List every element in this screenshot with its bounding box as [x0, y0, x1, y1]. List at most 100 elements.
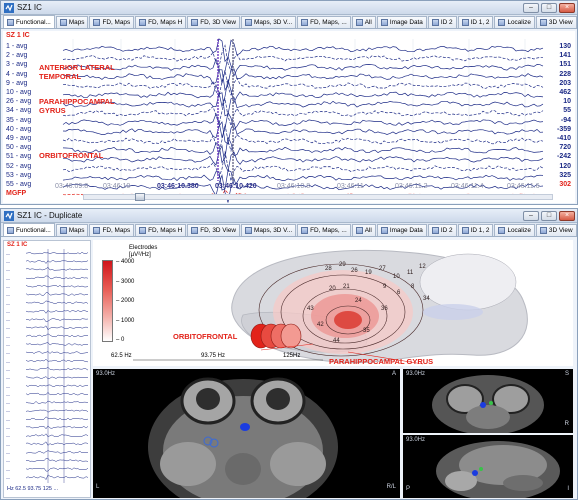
top_window-tab-8[interactable]: Image Data — [376, 16, 427, 28]
close-button[interactable]: × — [559, 210, 575, 221]
tab-label: FD, Maps, ... — [310, 19, 347, 26]
top_window-tab-2[interactable]: FD, Maps — [89, 16, 135, 28]
channel-value: 302 — [559, 181, 571, 188]
channel-label[interactable]: 34 - avg — [6, 107, 31, 114]
time-tick-label: 03:46:09.8 — [55, 183, 89, 190]
top_window-tab-9[interactable]: ID 2 — [427, 16, 457, 28]
top_window-tab-12[interactable]: 3D View — [535, 16, 577, 28]
bottom-titlebar[interactable]: SZ1 IC - Duplicate – □ × — [1, 209, 577, 223]
top_window-tab-0[interactable]: Functional... — [3, 15, 55, 28]
channel-label[interactable]: 26 - avg — [6, 98, 31, 105]
top_window-tab-5[interactable]: Maps, 3D V... — [241, 16, 297, 28]
mini-channel-tick: — — [6, 326, 10, 331]
bottom_window-tab-7[interactable]: All — [351, 224, 376, 236]
temporal-left — [160, 442, 216, 486]
orient-label-i: I — [567, 486, 569, 492]
bottom_window-tab-4[interactable]: FD, 3D View — [187, 224, 241, 236]
bottom_window-tab-3[interactable]: FD, Maps H — [135, 224, 187, 236]
time-tick-label: 03:46:10.380 — [157, 183, 199, 190]
maximize-button[interactable]: □ — [541, 2, 557, 13]
top-titlebar[interactable]: SZ1 IC – □ × — [1, 1, 577, 15]
top_window-tab-11[interactable]: Localize — [494, 16, 535, 28]
mini-trace — [25, 384, 89, 388]
mri-axial-panel[interactable]: 93.0Hz A L R/L — [93, 369, 400, 498]
mini-trace — [25, 458, 89, 462]
maximize-button[interactable]: □ — [541, 210, 557, 221]
channel-label[interactable]: 10 - avg — [6, 89, 31, 96]
channel-label[interactable]: 3 - avg — [6, 61, 27, 68]
mini-trace — [25, 284, 89, 288]
bottom_window-tab-2[interactable]: FD, Maps — [89, 224, 135, 236]
channel-label[interactable]: 50 - avg — [6, 144, 31, 151]
top_window-tab-6[interactable]: FD, Maps, ... — [297, 16, 351, 28]
channel-label[interactable]: 4 - avg — [6, 71, 27, 78]
tab-label: ID 1, 2 — [470, 19, 490, 26]
channel-label[interactable]: 1 - avg — [6, 43, 27, 50]
orient-label-p: P — [406, 486, 411, 492]
tab-icon — [139, 19, 147, 26]
scroll-track[interactable] — [83, 194, 553, 200]
mini-channel-tick: — — [6, 301, 10, 306]
channel-label[interactable]: 51 - avg — [6, 153, 31, 160]
electrode-number: 10 — [393, 274, 400, 280]
electrode-number: 43 — [307, 306, 314, 312]
mri-coronal-panel[interactable]: 93.0Hz S R — [403, 369, 573, 433]
freq-label-low: 62.5 Hz — [111, 353, 132, 359]
channel-value: 151 — [559, 61, 571, 69]
waveform-plot[interactable]: SZ 1 IC 1 - avg 2 - avg 3 - avg 4 - avg 9 - … — [3, 31, 575, 203]
mri-sagittal-panel[interactable]: 93.0Hz P I — [403, 435, 573, 498]
colorbar-units: [µV²/Hz] — [129, 252, 151, 258]
electrode-number: 29 — [339, 262, 346, 268]
channel-label[interactable]: 2 - avg — [6, 52, 27, 59]
channel-label[interactable]: 9 - avg — [6, 80, 27, 87]
channel-label[interactable]: MGFP — [6, 190, 26, 197]
mini-channel-tick: — — [6, 351, 10, 356]
top_window-tab-10[interactable]: ID 1, 2 — [457, 16, 494, 28]
orbitofrontal-electrodes — [250, 323, 302, 349]
close-button[interactable]: × — [559, 2, 575, 13]
scroll-thumb[interactable] — [135, 193, 145, 201]
top_window-tab-7[interactable]: All — [351, 16, 376, 28]
top_window-tab-3[interactable]: FD, Maps H — [135, 16, 187, 28]
channel-label[interactable]: 53 - avg — [6, 172, 31, 179]
channel-label[interactable]: 49 - avg — [6, 135, 31, 142]
bottom_window-tab-9[interactable]: ID 2 — [427, 224, 457, 236]
minimize-button[interactable]: – — [523, 2, 539, 13]
channel-label[interactable]: 35 - avg — [6, 117, 31, 124]
channel-value: -94 — [560, 116, 571, 124]
bottom_window-tab-0[interactable]: Functional... — [3, 223, 55, 236]
mini-trace — [25, 309, 89, 314]
top-window: SZ1 IC – □ × Functional... Maps FD, Maps FD… — [0, 0, 578, 205]
channel-label[interactable]: 55 - avg — [6, 181, 31, 188]
annot-parahippocampal: PARAHIPPOCAMPAL — [39, 97, 115, 106]
top_window-tab-4[interactable]: FD, 3D View — [187, 16, 241, 28]
bottom_window-tab-5[interactable]: Maps, 3D V... — [241, 224, 297, 236]
channel-label[interactable]: 40 - avg — [6, 126, 31, 133]
mini-channel-tick: — — [6, 442, 10, 447]
localize-marker — [489, 401, 493, 405]
mini-trace — [25, 251, 89, 255]
bottom_window-tab-10[interactable]: ID 1, 2 — [457, 224, 494, 236]
bottom_window-tab-6[interactable]: FD, Maps, ... — [297, 224, 351, 236]
mini-trace — [25, 425, 89, 430]
mini-channel-tick: — — [6, 334, 10, 339]
mri-main-footer: R/L — [386, 484, 396, 490]
bottom_window-tab-12[interactable]: 3D View — [535, 224, 577, 236]
brain-3d-panel[interactable]: 28 29 26 19 27 10 11 12 9 6 20 21 8 24 34 36 35 42 43 44 El… — [93, 240, 573, 366]
waveform-svg — [62, 38, 544, 203]
bottom_window-tab-11[interactable]: Localize — [494, 224, 535, 236]
annot-gyrus: GYRUS — [39, 106, 66, 115]
tab-icon — [59, 227, 67, 234]
channel-value: 120 — [559, 162, 571, 170]
annot-orbitofrontal: ORBITOFRONTAL — [39, 151, 104, 160]
mini-waveform-panel[interactable]: — — — — — — — — — — — — — — — — — — — — — — — — — — — — SZ 1 IC Hz … — [3, 240, 91, 498]
tab-icon — [539, 227, 547, 234]
bottom_window-tab-1[interactable]: Maps — [55, 224, 89, 236]
channel-value: 10 — [563, 98, 571, 106]
top_window-tab-1[interactable]: Maps — [55, 16, 89, 28]
bottom_window-tab-8[interactable]: Image Data — [376, 224, 427, 236]
time-tick-label: 03:46:10.8 — [277, 183, 311, 190]
colorbar-tick: – 1000 — [116, 317, 135, 324]
minimize-button[interactable]: – — [523, 210, 539, 221]
channel-label[interactable]: 52 - avg — [6, 163, 31, 170]
